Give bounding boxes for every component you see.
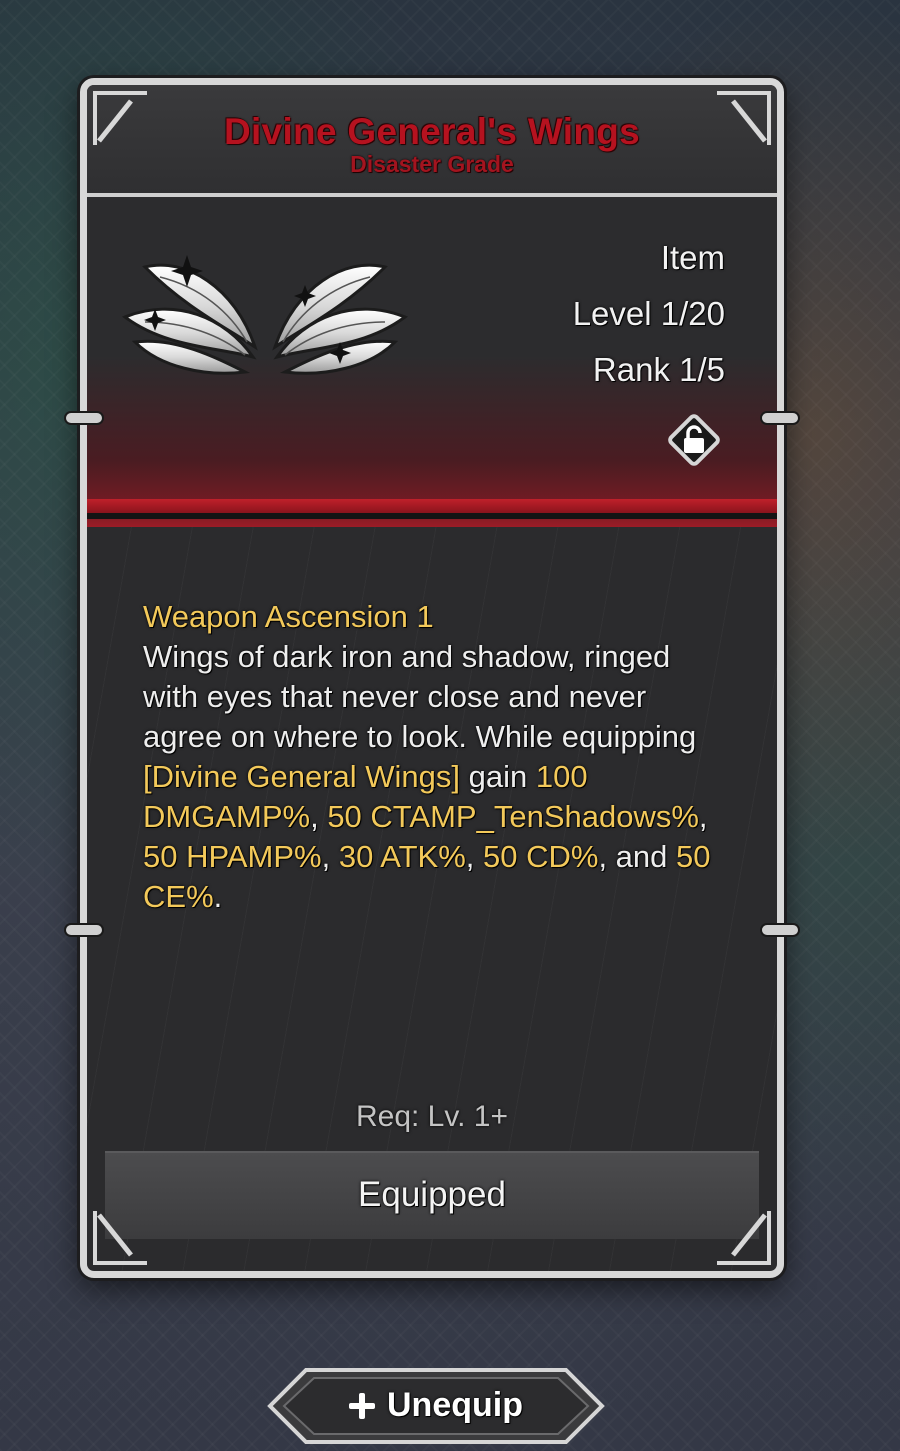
ascension-heading: Weapon Ascension 1 bbox=[143, 599, 434, 634]
bonus-ctamp: 50 CTAMP_TenShadows% bbox=[327, 799, 699, 834]
item-type: Item bbox=[660, 239, 725, 276]
frame-tab bbox=[66, 413, 102, 423]
unequip-label: Unequip bbox=[387, 1386, 523, 1424]
unequip-button[interactable]: Unequip bbox=[266, 1366, 606, 1446]
plus-icon bbox=[349, 1393, 375, 1419]
separator: , bbox=[321, 839, 339, 874]
separator: , and bbox=[598, 839, 677, 874]
item-description: Weapon Ascension 1 Wings of dark iron an… bbox=[143, 597, 723, 917]
item-detail-card: Divine General's Wings Disaster Grade It… bbox=[80, 78, 784, 1278]
wings-icon bbox=[121, 255, 409, 375]
corner-ornament bbox=[717, 1211, 771, 1265]
separator: , bbox=[310, 799, 328, 834]
item-level: Level 1/20 bbox=[572, 295, 725, 332]
corner-ornament bbox=[93, 91, 147, 145]
corner-ornament bbox=[93, 1211, 147, 1265]
item-rank: Rank 1/5 bbox=[592, 351, 725, 388]
unequip-label-wrap: Unequip bbox=[266, 1386, 606, 1425]
card-header: Divine General's Wings Disaster Grade bbox=[87, 85, 777, 197]
bonus-hpamp: 50 HPAMP% bbox=[143, 839, 322, 874]
item-lore: Wings of dark iron and shadow, ringed wi… bbox=[143, 637, 723, 917]
effect-gain: gain bbox=[460, 759, 536, 794]
frame-tab bbox=[762, 925, 798, 935]
grade-color-band bbox=[87, 499, 777, 513]
unlocked-padlock-icon[interactable] bbox=[665, 411, 723, 469]
frame-tab bbox=[66, 925, 102, 935]
separator: , bbox=[698, 799, 708, 834]
sentence-end: . bbox=[213, 879, 223, 914]
bonus-cd: 50 CD% bbox=[483, 839, 599, 874]
equipped-status: Equipped bbox=[358, 1175, 506, 1214]
effect-prefix: While equipping bbox=[475, 719, 697, 754]
frame-tab bbox=[762, 413, 798, 423]
equipped-status-bar: Equipped bbox=[105, 1151, 759, 1239]
corner-ornament bbox=[717, 91, 771, 145]
divider bbox=[87, 513, 777, 519]
item-name: Divine General's Wings bbox=[223, 111, 641, 152]
bonus-atk: 30 ATK% bbox=[338, 839, 466, 874]
separator: , bbox=[465, 839, 484, 874]
item-grade: Disaster Grade bbox=[350, 151, 514, 177]
effect-target: [Divine General Wings] bbox=[143, 759, 461, 794]
level-requirement: Req: Lv. 1+ bbox=[355, 1100, 509, 1133]
